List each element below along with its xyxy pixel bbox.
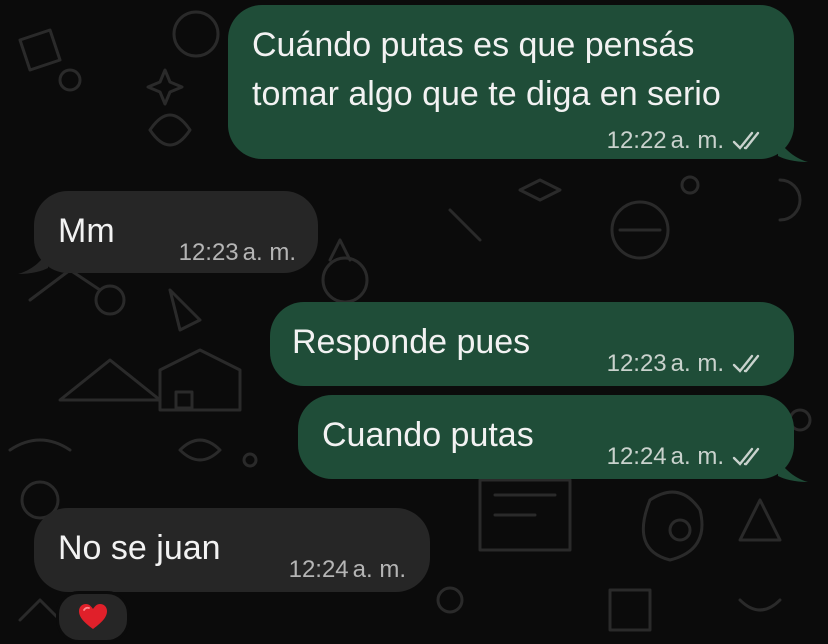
bubble-tail (778, 460, 808, 482)
message-time-period: a. m. (670, 127, 724, 154)
double-check-icon (732, 447, 760, 466)
red-heart-icon (79, 604, 107, 629)
message-text: Cuándo putas es que pensás (252, 26, 695, 64)
message-time-period: a. m. (670, 443, 724, 470)
bubble-tail (778, 140, 808, 162)
message-time: 12:23 (606, 350, 667, 377)
double-check-icon (732, 354, 760, 373)
message-text: Mm (58, 212, 115, 250)
message-text: tomar algo que te diga en serio (252, 75, 721, 113)
message-time: 12:23 (178, 239, 239, 266)
message-time-period: a. m. (670, 350, 724, 377)
double-check-icon (732, 131, 760, 150)
outgoing-message[interactable]: Responde pues 12:23 a. m. (270, 302, 794, 386)
outgoing-message[interactable]: Cuándo putas es que pensás tomar algo qu… (228, 5, 794, 159)
incoming-message[interactable]: Mm 12:23 a. m. (34, 191, 318, 273)
outgoing-message[interactable]: Cuando putas 12:24 a. m. (298, 395, 794, 479)
incoming-message[interactable]: No se juan 12:24 a. m. (34, 508, 430, 592)
message-time-period: a. m. (242, 239, 296, 266)
message-reaction[interactable] (56, 591, 130, 643)
message-time-period: a. m. (352, 556, 406, 583)
message-text: No se juan (58, 529, 221, 567)
message-text: Cuando putas (322, 416, 534, 454)
message-time: 12:24 (288, 556, 349, 583)
message-text: Responde pues (292, 323, 531, 361)
message-time: 12:22 (606, 127, 667, 154)
bubble-tail (18, 252, 48, 274)
message-time: 12:24 (606, 443, 667, 470)
